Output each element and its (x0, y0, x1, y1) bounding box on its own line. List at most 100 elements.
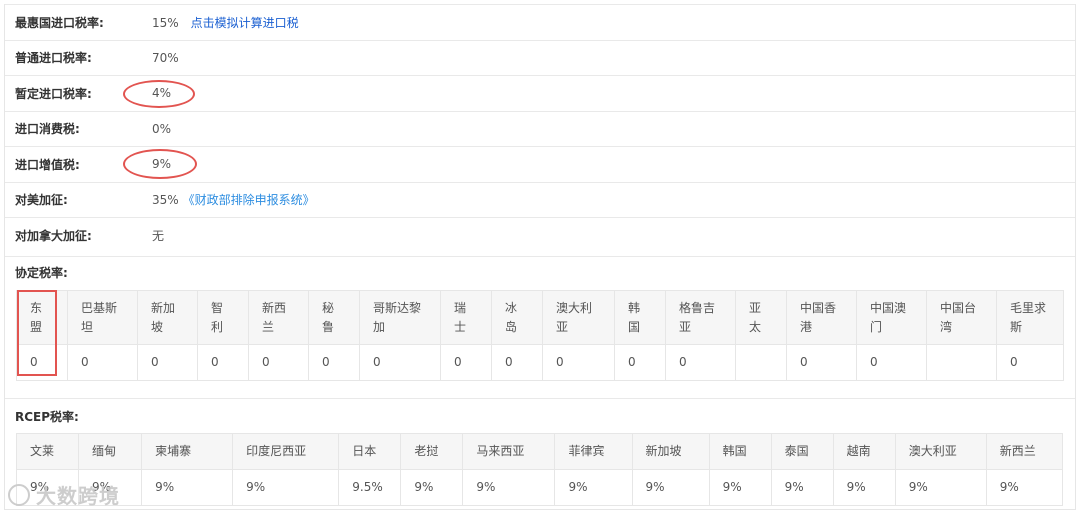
agreement-header-row: 东盟巴基斯坦新加坡智利新西兰秘鲁哥斯达黎加瑞士冰岛澳大利亚韩国格鲁吉亚亚太中国香… (16, 290, 1064, 345)
agreement-value-cell (926, 344, 997, 381)
rcep-header-cell: 日本 (338, 433, 402, 470)
rate-value: 无 (152, 228, 165, 243)
agreement-header-cell: 中国香港 (786, 290, 857, 345)
agreement-header-cell: 格鲁吉亚 (665, 290, 736, 345)
rate-label: 进口增值税: (15, 157, 80, 172)
agreement-header-line: 澳大利 (556, 300, 593, 315)
agreement-header-line: 坦 (81, 319, 94, 334)
agreement-value-cell: 0 (308, 344, 360, 381)
agreement-value-cell: 0 (137, 344, 198, 381)
agreement-header-cell: 巴基斯坦 (67, 290, 138, 345)
agreement-header-line: 秘 (322, 300, 335, 315)
rcep-header-cell: 老挝 (400, 433, 464, 470)
rcep-value-cell: 9% (462, 469, 556, 506)
rate-row-general: 普通进口税率: 70% (5, 39, 1075, 76)
rate-label: 对加拿大加征: (15, 228, 92, 243)
agreement-value-cell: 0 (491, 344, 543, 381)
agreement-header-line: 韩 (628, 300, 641, 315)
agreement-header-line: 巴基斯 (81, 300, 118, 315)
agreement-header-line: 中国台 (940, 300, 977, 315)
rate-label: 最惠国进口税率: (15, 15, 104, 30)
agreement-header-line: 瑞 (454, 300, 467, 315)
highlight-circle-vat (123, 149, 197, 179)
rcep-value-cell: 9% (631, 469, 710, 506)
rcep-title: RCEP税率: (15, 410, 79, 424)
rate-value: 35% 《财政部排除申报系统》 (152, 191, 315, 208)
rcep-header-cell: 泰国 (770, 433, 834, 470)
agreement-header-line: 国 (628, 319, 641, 334)
rate-label: 进口消费税: (15, 122, 80, 137)
agreement-header-line: 毛里求 (1010, 300, 1047, 315)
agreement-header-line: 港 (800, 319, 813, 334)
rcep-header-row: 文莱 缅甸 柬埔寨 印度尼西亚 日本 老挝 马来西亚 菲律宾 新加坡 韩国 泰国 越南 澳大利亚 新西兰 (15, 433, 1064, 470)
rcep-value-cell: 9% (232, 469, 340, 506)
rcep-value-cell: 9% (400, 469, 464, 506)
rcep-value-cell: 9% (554, 469, 633, 506)
rcep-header-cell: 澳大利亚 (894, 433, 987, 470)
agreement-header-cell: 智利 (197, 290, 249, 345)
rcep-header-cell: 柬埔寨 (141, 433, 234, 470)
rate-row-consumption: 进口消费税: 0% (5, 110, 1075, 147)
agreement-value-cell: 0 (665, 344, 736, 381)
agreement-header-line: 岛 (505, 319, 518, 334)
rcep-value-cell: 9% (985, 469, 1064, 506)
agreement-header-cell: 毛里求斯 (996, 290, 1064, 345)
agreement-title: 协定税率: (15, 266, 68, 280)
watermark-text: 大数跨境 (36, 484, 120, 508)
agreement-header-line: 哥斯达黎 (373, 300, 422, 315)
rate-label: 暂定进口税率: (15, 86, 92, 101)
rcep-header-cell: 越南 (832, 433, 896, 470)
agreement-header-line: 新加 (151, 300, 176, 315)
agreement-value-cell: 0 (614, 344, 666, 381)
agreement-header-line: 门 (870, 319, 883, 334)
rcep-header-cell: 缅甸 (78, 433, 143, 470)
rcep-header-cell: 文莱 (15, 433, 80, 470)
agreement-rate-table: 东盟巴基斯坦新加坡智利新西兰秘鲁哥斯达黎加瑞士冰岛澳大利亚韩国格鲁吉亚亚太中国香… (16, 290, 1064, 381)
agreement-header-line: 新西 (262, 300, 287, 315)
agreement-header-line: 鲁 (322, 319, 335, 334)
rate-row-canada-additional: 对加拿大加征: 无 (5, 217, 1075, 253)
agreement-header-line: 士 (454, 319, 467, 334)
agreement-header-line: 太 (749, 319, 762, 334)
agreement-header-line: 智 (211, 300, 224, 315)
agreement-header-line: 兰 (262, 319, 275, 334)
agreement-header-cell: 中国澳门 (856, 290, 927, 345)
agreement-header-line: 湾 (940, 319, 953, 334)
highlight-box-asean (17, 290, 57, 376)
rcep-value-cell: 9% (141, 469, 234, 506)
agreement-header-line: 利 (211, 319, 224, 334)
simulate-import-tax-link[interactable]: 点击模拟计算进口税 (191, 16, 299, 30)
rcep-value-cell: 9% (708, 469, 772, 506)
agreement-header-cell: 新西兰 (248, 290, 309, 345)
agreement-value-cell: 0 (248, 344, 309, 381)
rcep-value-cell: 9% (832, 469, 896, 506)
divider (5, 398, 1075, 399)
agreement-header-line: 坡 (151, 319, 164, 334)
agreement-header-line: 中国澳 (870, 300, 907, 315)
rcep-value-row: 9% 9% 9% 9% 9.5% 9% 9% 9% 9% 9% 9% 9% 9% 9% (15, 469, 1064, 506)
watermark: 大数跨境 (8, 480, 120, 509)
agreement-value-cell: 0 (856, 344, 927, 381)
agreement-value-cell: 0 (786, 344, 857, 381)
rcep-value-cell: 9% (894, 469, 987, 506)
rcep-header-cell: 新加坡 (631, 433, 710, 470)
rate-row-us-additional: 对美加征: 35% 《财政部排除申报系统》 (5, 181, 1075, 218)
agreement-header-cell: 澳大利亚 (542, 290, 615, 345)
highlight-circle-provisional (123, 80, 195, 108)
rate-label: 普通进口税率: (15, 51, 92, 66)
agreement-header-line: 亚 (556, 319, 569, 334)
agreement-header-cell: 中国台湾 (926, 290, 997, 345)
agreement-header-cell: 新加坡 (137, 290, 198, 345)
exclusion-system-link[interactable]: 《财政部排除申报系统》 (183, 193, 315, 207)
rcep-value-cell: 9% (770, 469, 834, 506)
agreement-value-cell: 0 (67, 344, 138, 381)
rate-value: 15% 点击模拟计算进口税 (152, 14, 299, 31)
rate-value-text: 35% (152, 193, 179, 208)
agreement-value-cell: 0 (440, 344, 492, 381)
agreement-header-cell: 韩国 (614, 290, 666, 345)
rcep-header-cell: 新西兰 (985, 433, 1064, 470)
agreement-header-line: 加 (373, 319, 386, 334)
agreement-header-line: 亚 (749, 300, 762, 315)
agreement-value-cell (735, 344, 787, 381)
agreement-value-cell: 0 (542, 344, 615, 381)
